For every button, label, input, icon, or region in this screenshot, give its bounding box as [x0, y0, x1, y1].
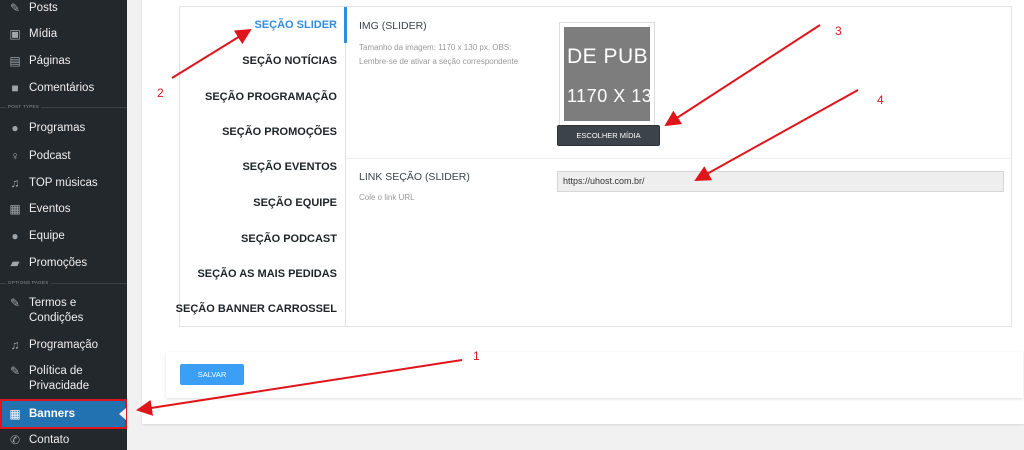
pages-icon: ▤	[9, 54, 21, 68]
sidebar-item-banners[interactable]: ▦ Banners	[0, 399, 127, 429]
tab-secao-noticias[interactable]: SEÇÃO NOTÍCIAS	[242, 55, 337, 67]
sidebar-item-media[interactable]: ▣ Mídia	[0, 27, 127, 42]
img-slider-label: IMG (SLIDER)	[359, 20, 427, 32]
tab-secao-as-mais-pedidas[interactable]: SEÇÃO AS MAIS PEDIDAS	[197, 268, 337, 280]
tab-secao-equipe[interactable]: SEÇÃO EQUIPE	[253, 197, 337, 209]
sidebar-item-pages[interactable]: ▤ Páginas	[0, 54, 127, 69]
sidebar-item-label: Política de Privacidade	[29, 365, 90, 392]
save-button[interactable]: SALVAR	[180, 364, 244, 385]
choose-media-button[interactable]: ESCOLHER MÍDIA	[557, 125, 660, 146]
phone-icon: ✆	[9, 433, 21, 447]
sidebar-item-label: Promoções	[29, 257, 88, 269]
sidebar-item-label: Termos e Condições	[29, 297, 84, 324]
active-tab-indicator	[344, 7, 347, 43]
sidebar-item-label: Banners	[29, 407, 76, 420]
sidebar-item-promocoes[interactable]: ▰ Promoções	[0, 256, 127, 271]
sidebar-item-label: Programação	[29, 339, 99, 351]
sidebar-item-label: Mídia	[29, 28, 58, 40]
annotation-number-4: 4	[877, 93, 884, 107]
sidebar-item-top-musicas[interactable]: ♫ TOP músicas	[0, 176, 127, 191]
sidebar-item-label: Programas	[29, 122, 86, 134]
tab-secao-podcast[interactable]: SEÇÃO PODCAST	[241, 233, 337, 245]
sidebar-item-programas[interactable]: ● Programas	[0, 121, 127, 136]
sidebar-item-label: TOP músicas	[29, 177, 98, 189]
promo-icon: ▰	[10, 256, 20, 270]
music-icon: ♫	[10, 338, 20, 352]
sidebar-item-equipe[interactable]: ● Equipe	[0, 229, 127, 244]
sidebar-item-label: Podcast	[29, 150, 71, 162]
sidebar-item-posts[interactable]: ✎ Posts	[0, 1, 127, 16]
tab-secao-slider[interactable]: SEÇÃO SLIDER	[254, 19, 337, 31]
banner-icon: ▦	[9, 406, 21, 421]
sidebar-item-termos[interactable]: ✎ Termos e Condições	[0, 296, 127, 326]
annotation-number-2: 2	[157, 86, 164, 100]
tab-secao-promocoes[interactable]: SEÇÃO PROMOÇÕES	[222, 126, 337, 138]
row-divider	[346, 158, 1011, 159]
tab-secao-banner-carrossel[interactable]: SEÇÃO BANNER CARROSSEL	[176, 303, 337, 315]
sidebar-separator-post-types: POST TYPES	[0, 103, 127, 111]
user-icon: ●	[11, 229, 19, 243]
sidebar-item-label: Páginas	[29, 55, 71, 67]
media-icon: ▣	[9, 27, 21, 41]
sidebar-item-eventos[interactable]: ▦ Eventos	[0, 202, 127, 217]
sidebar-item-programacao[interactable]: ♫ Programação	[0, 338, 127, 353]
pin-icon: ✎	[9, 1, 21, 15]
sidebar-item-contato[interactable]: ✆ Contato	[0, 433, 127, 448]
active-caret	[119, 408, 126, 420]
admin-sidebar: ✎ Posts ▣ Mídia ▤ Páginas ■ Comentários …	[0, 0, 127, 450]
link-url-input[interactable]: https://uhost.com.br/	[557, 171, 1004, 192]
sidebar-item-podcast[interactable]: ♀ Podcast	[0, 149, 127, 164]
music-icon: ♫	[10, 176, 20, 190]
link-slider-label: LINK SEÇÃO (SLIDER)	[359, 171, 470, 183]
slider-image-thumbnail: DE PUB 1170 X 13	[559, 22, 655, 126]
sidebar-item-politica[interactable]: ✎ Política de Privacidade	[0, 364, 127, 394]
sidebar-item-comments[interactable]: ■ Comentários	[0, 81, 127, 96]
annotation-number-3: 3	[835, 24, 842, 38]
user-icon: ●	[11, 121, 19, 135]
calendar-icon: ▦	[9, 202, 21, 216]
sidebar-separator-options-pages: OPTIONS PAGES	[0, 279, 127, 287]
sidebar-item-label: Eventos	[29, 203, 71, 215]
section-tabs: SEÇÃO SLIDER SEÇÃO NOTÍCIAS SEÇÃO PROGRA…	[176, 7, 347, 326]
sidebar-item-label: Comentários	[29, 82, 95, 94]
comments-icon: ■	[11, 81, 19, 95]
sidebar-item-label: Contato	[29, 434, 70, 446]
save-box: SALVAR	[166, 352, 1023, 398]
annotation-number-1: 1	[473, 349, 480, 363]
link-slider-description: Cole o link URL	[359, 193, 415, 202]
pencil-icon: ✎	[9, 364, 21, 378]
settings-box: SEÇÃO SLIDER SEÇÃO NOTÍCIAS SEÇÃO PROGRA…	[176, 6, 1012, 327]
tab-secao-eventos[interactable]: SEÇÃO EVENTOS	[242, 161, 337, 173]
sidebar-item-label: Equipe	[29, 230, 65, 242]
microphone-icon: ♀	[10, 149, 20, 163]
img-slider-description: Tamanho da imagem: 1170 x 130 px. OBS: L…	[359, 43, 519, 66]
tab-secao-programacao[interactable]: SEÇÃO PROGRAMAÇÃO	[205, 91, 337, 103]
sidebar-item-label: Posts	[29, 2, 58, 14]
pencil-icon: ✎	[9, 296, 21, 310]
